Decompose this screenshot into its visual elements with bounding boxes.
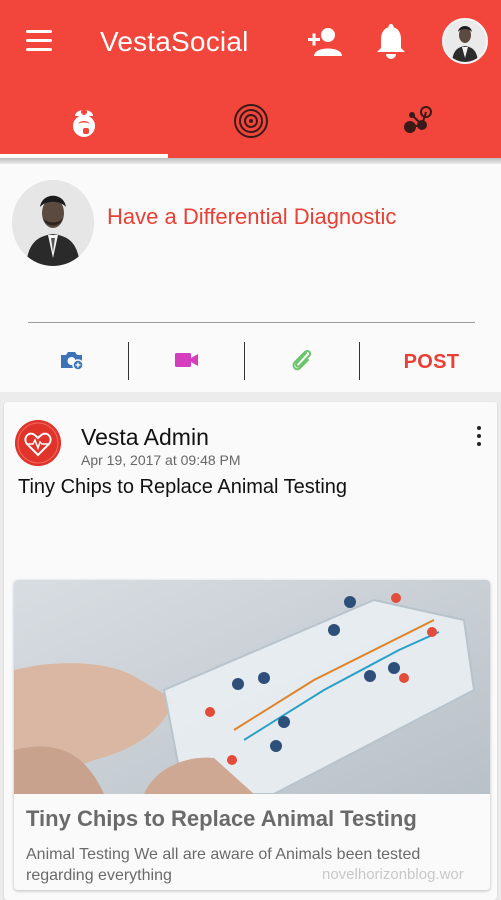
link-title: Tiny Chips to Replace Animal Testing [26, 806, 417, 831]
feed-post-card: Vesta Admin Apr 19, 2017 at 09:48 PM Tin… [4, 402, 497, 900]
post-composer: Have a Differential Diagnostic POST [0, 164, 501, 392]
action-divider [359, 342, 360, 380]
composer-avatar [12, 180, 94, 266]
composer-input[interactable]: Have a Differential Diagnostic [107, 204, 396, 230]
add-photo-button[interactable] [20, 344, 124, 380]
post-timestamp: Apr 19, 2017 at 09:48 PM [81, 452, 241, 468]
tab-target[interactable] [167, 88, 334, 158]
network-icon [400, 103, 436, 144]
app-bar: VestaSocial [0, 0, 501, 88]
action-divider [128, 342, 129, 380]
post-button[interactable]: POST [364, 344, 499, 380]
tab-network[interactable] [334, 88, 501, 158]
author-avatar[interactable] [15, 420, 61, 466]
add-video-button[interactable] [132, 344, 242, 380]
tab-bar [0, 88, 501, 158]
menu-icon[interactable] [26, 30, 54, 54]
watermark: novelhorizonblog.wor [322, 866, 464, 883]
link-preview-image [14, 580, 490, 795]
action-divider [244, 342, 245, 380]
more-options-icon[interactable] [472, 426, 486, 452]
video-icon [174, 351, 200, 374]
link-preview-card[interactable]: Tiny Chips to Replace Animal Testing Ani… [14, 580, 490, 890]
author-name[interactable]: Vesta Admin [81, 424, 209, 451]
add-user-icon[interactable] [306, 26, 342, 58]
app-title: VestaSocial [100, 26, 249, 57]
composer-underline [28, 322, 475, 323]
post-text: Tiny Chips to Replace Animal Testing [18, 476, 348, 498]
camera-icon [59, 349, 85, 376]
tab-doctor[interactable] [0, 88, 167, 158]
avatar[interactable] [442, 18, 488, 64]
bell-icon[interactable] [374, 24, 408, 60]
paperclip-icon [290, 347, 314, 378]
app-screen: VestaSocial Have a Differential Diagnost… [0, 0, 501, 900]
target-icon [233, 103, 269, 144]
attach-file-button[interactable] [248, 344, 356, 380]
doctor-icon [67, 104, 101, 143]
